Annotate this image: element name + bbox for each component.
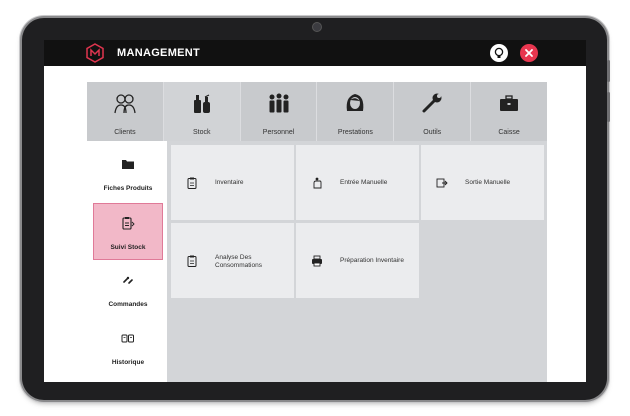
tab-caisse[interactable]: Caisse	[471, 82, 547, 141]
power-button	[607, 60, 610, 82]
tab-label: Prestations	[337, 129, 373, 136]
clipboard-icon	[187, 177, 197, 189]
card-label-line2: Consommations	[215, 262, 262, 269]
card-label-line1: Analyse Des	[215, 254, 252, 261]
tab-outils[interactable]: Outils	[394, 82, 472, 141]
printer-icon	[312, 255, 322, 267]
tab-label: Outils	[423, 129, 442, 136]
tab-label: Clients	[114, 129, 136, 136]
staff-group-icon	[269, 93, 289, 113]
card-label: Préparation Inventaire	[340, 257, 404, 264]
stock-bottles-icon	[193, 94, 210, 113]
card-label: Entrée Manuelle	[340, 179, 388, 186]
output-icon	[436, 178, 448, 188]
clipboard-icon	[122, 217, 135, 230]
clipboard-icon	[187, 255, 197, 267]
help-button[interactable]	[490, 44, 508, 62]
sidebar-item-label: Fiches Produits	[103, 185, 153, 192]
woman-face-icon	[347, 94, 364, 111]
card-label: Sortie Manuelle	[465, 179, 511, 186]
brand-logo-icon	[86, 43, 104, 63]
lightbulb-icon	[494, 47, 504, 58]
sidebar-item-label: Suivi Stock	[110, 244, 146, 251]
tab-prestations[interactable]: Prestations	[317, 82, 395, 141]
camera-icon	[312, 22, 322, 32]
app-screen: MANAGEMENT Clients Stock Personnel Prest…	[44, 40, 586, 382]
sidebar-item-label: Historique	[111, 359, 145, 366]
wrench-icon	[422, 93, 442, 113]
stock-sidebar: Fiches Produits Suivi Stock Commandes Hi…	[87, 141, 167, 382]
tab-label: Stock	[192, 129, 211, 136]
sidebar-item-label: Commandes	[108, 301, 148, 308]
sidebar-item-commandes[interactable]: Commandes	[93, 261, 163, 318]
sidebar-item-suivi-stock[interactable]: Suivi Stock	[93, 203, 163, 260]
volume-button	[607, 92, 610, 122]
tab-label: Personnel	[262, 129, 295, 136]
sortie-manuelle-card[interactable]: Sortie Manuelle	[421, 145, 544, 220]
preparation-inventaire-card[interactable]: Préparation Inventaire	[296, 223, 419, 298]
card-label: Inventaire	[215, 179, 244, 186]
analyse-consommations-card[interactable]: Analyse Des Consommations	[171, 223, 294, 298]
sidebar-item-historique[interactable]: Historique	[93, 319, 163, 376]
sidebar-item-fiches-produits[interactable]: Fiches Produits	[93, 145, 163, 202]
management-panel: Clients Stock Personnel Prestations Outi…	[87, 82, 547, 382]
cash-box-icon	[500, 95, 519, 111]
folder-icon	[122, 160, 134, 169]
orders-icon	[123, 276, 133, 284]
card-label: Analyse Des Consommations	[215, 254, 262, 270]
category-tabs: Clients Stock Personnel Prestations Outi…	[87, 82, 547, 141]
tab-stock[interactable]: Stock	[163, 82, 241, 141]
tab-clients[interactable]: Clients	[87, 82, 164, 141]
tab-label: Caisse	[498, 129, 520, 136]
close-icon	[525, 49, 533, 57]
history-icon	[121, 334, 134, 343]
tab-personnel[interactable]: Personnel	[240, 82, 318, 141]
action-grid: Inventaire Entrée Manuelle Sortie Manuel…	[167, 141, 547, 382]
clients-icon	[114, 94, 136, 114]
hand-input-icon	[313, 177, 322, 189]
entree-manuelle-card[interactable]: Entrée Manuelle	[296, 145, 419, 220]
close-button[interactable]	[520, 44, 538, 62]
page-title: MANAGEMENT	[117, 47, 201, 59]
top-bar: MANAGEMENT	[44, 40, 586, 66]
inventaire-card[interactable]: Inventaire	[171, 145, 294, 220]
